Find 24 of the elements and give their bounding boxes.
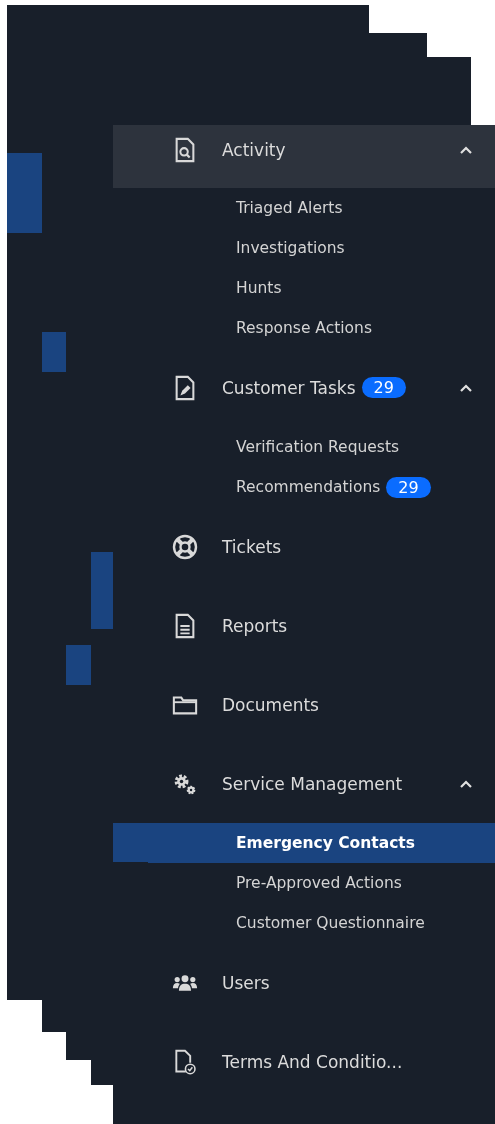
- nav-subitem[interactable]: Pre-Approved Actions: [148, 863, 495, 903]
- nav-item[interactable]: Documents: [148, 665, 495, 744]
- highlight-block: [42, 332, 66, 372]
- nav-subitem[interactable]: Triaged Alerts: [148, 188, 495, 228]
- nav-subitem[interactable]: Hunts: [148, 268, 495, 308]
- nav-item[interactable]: Activity: [148, 125, 495, 188]
- lifebuoy-icon: [172, 533, 198, 560]
- highlight-block: [113, 823, 148, 862]
- nav-subitem[interactable]: Emergency Contacts: [148, 823, 495, 863]
- nav-item[interactable]: Terms And Conditio...: [148, 1022, 495, 1101]
- nav-subitem[interactable]: Recommendations 29: [148, 467, 495, 507]
- document-check-icon: [172, 1048, 198, 1075]
- nav-subitem[interactable]: Investigations: [148, 228, 495, 268]
- nav-item[interactable]: Service Management: [148, 744, 495, 823]
- nav-item[interactable]: Reports: [148, 586, 495, 665]
- nav-item[interactable]: Customer Tasks 29: [148, 348, 495, 427]
- highlight-block: [66, 645, 91, 685]
- nav-item[interactable]: Tickets: [148, 507, 495, 586]
- count-badge: 29: [361, 377, 406, 398]
- count-badge: 29: [386, 476, 431, 498]
- nav-subitem[interactable]: Customer Questionnaire: [148, 903, 495, 943]
- nav-item[interactable]: Users: [148, 943, 495, 1022]
- nav-subitem[interactable]: Response Actions: [148, 308, 495, 348]
- nav-subitem[interactable]: Verification Requests: [148, 427, 495, 467]
